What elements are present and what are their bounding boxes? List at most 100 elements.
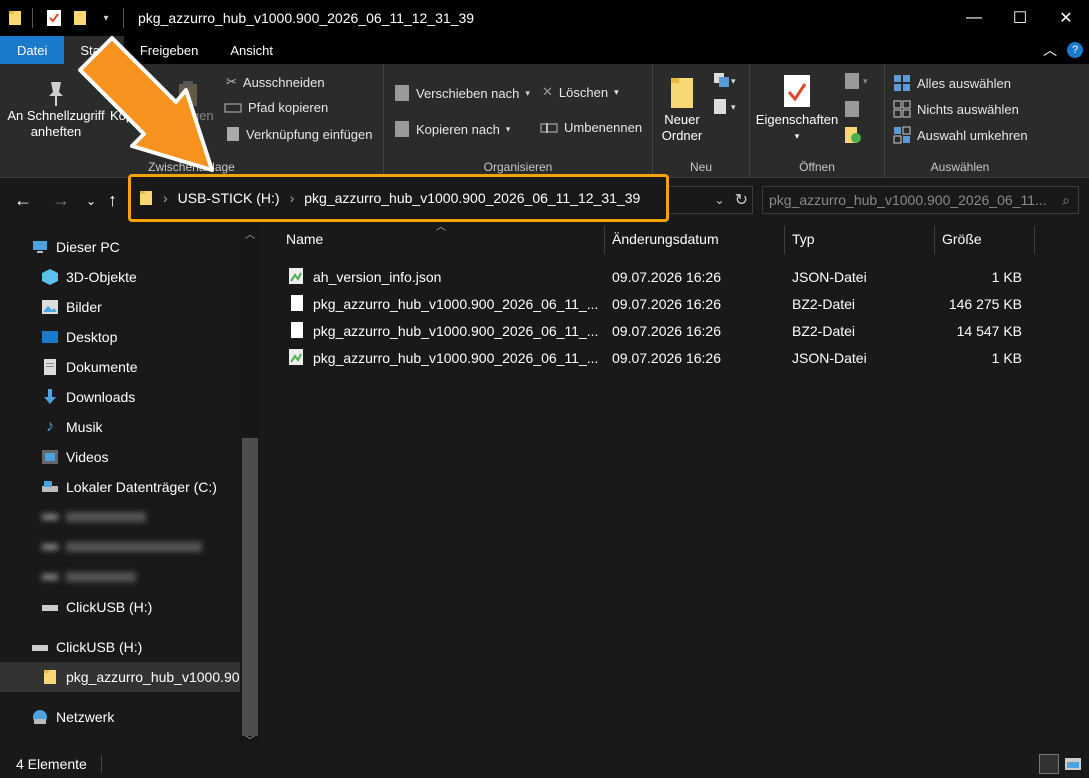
tab-view[interactable]: Ansicht	[214, 36, 289, 64]
breadcrumb-folder[interactable]: pkg_azzurro_hub_v1000.900_2026_06_11_12_…	[304, 190, 640, 206]
up-icon[interactable]: ↑	[108, 190, 117, 211]
new-folder-button[interactable]: Neuer Ordner	[659, 72, 705, 144]
table-row[interactable]: ah_version_info.json 09.07.2026 16:26 JS…	[284, 264, 1044, 290]
json-file-icon	[289, 349, 303, 365]
copy-to-icon	[395, 121, 409, 137]
svg-text:▾: ▾	[863, 76, 868, 86]
sidebar-item-documents[interactable]: Dokumente	[0, 352, 138, 382]
group-label-select: Auswählen	[930, 160, 990, 174]
title-bar: ▾ pkg_azzurro_hub_v1000.900_2026_06_11_1…	[0, 0, 1089, 36]
tab-start[interactable]: Start	[64, 36, 124, 64]
status-separator	[100, 755, 102, 773]
new-item-icon[interactable]: ▾	[713, 72, 739, 93]
chevron-right-icon: ›	[163, 190, 168, 206]
column-header-size[interactable]: Größe	[942, 224, 982, 254]
shortcut-icon	[227, 127, 239, 141]
sidebar-item-hidden-3[interactable]	[0, 562, 136, 592]
new-folder-icon	[671, 78, 693, 108]
open-icon[interactable]: ▾	[844, 72, 872, 93]
rename-button[interactable]: Umbenennen	[540, 120, 642, 135]
address-bar[interactable]: › USB-STICK (H:) › pkg_azzurro_hub_v1000…	[128, 174, 669, 222]
large-icons-view-icon[interactable]	[1063, 754, 1083, 774]
sidebar-item-pkg-folder[interactable]: pkg_azzurro_hub_v1000.90	[0, 662, 240, 692]
column-header-name[interactable]: Name	[286, 224, 323, 254]
sidebar-item-hidden-2[interactable]	[0, 532, 202, 562]
file-icon	[291, 322, 303, 338]
forward-icon[interactable]: →	[52, 190, 70, 211]
move-to-button[interactable]: Verschieben nach ▾	[394, 84, 530, 102]
group-clipboard: An Schnellzugriff anheften Kopieren Einf…	[0, 64, 384, 178]
scissors-icon: ✂	[226, 74, 237, 89]
music-icon: ♪	[46, 418, 54, 435]
group-open: Eigenschaften ▾ ▾ Öffnen	[750, 64, 885, 178]
properties-button[interactable]: Eigenschaften ▾	[756, 72, 838, 144]
separator	[123, 8, 124, 28]
sidebar-item-downloads[interactable]: Downloads	[0, 382, 135, 412]
sidebar-item-hidden-1[interactable]	[0, 502, 146, 532]
select-none-button[interactable]: Nichts auswählen	[893, 100, 1019, 118]
ribbon-tabs: Datei Start Freigeben Ansicht ︿ ?	[0, 36, 1089, 64]
sidebar-item-clickusb-root[interactable]: ClickUSB (H:)	[0, 632, 142, 662]
paste-shortcut-button[interactable]: Verknüpfung einfügen	[226, 126, 373, 142]
details-view-icon[interactable]	[1039, 754, 1059, 774]
sidebar-item-clickusb[interactable]: ClickUSB (H:)	[0, 592, 152, 622]
select-none-icon	[893, 100, 911, 118]
customize-quick-access-icon[interactable]: ▾	[95, 7, 117, 29]
pin-quick-access-button[interactable]: An Schnellzugriff anheften	[6, 78, 106, 140]
breadcrumb-usb[interactable]: USB-STICK (H:)	[178, 190, 280, 206]
drive-icon	[40, 478, 60, 496]
svg-text:▾: ▾	[731, 76, 736, 86]
tab-file[interactable]: Datei	[0, 36, 65, 64]
scroll-up-icon[interactable]: ︿	[245, 226, 255, 241]
collapse-ribbon-icon[interactable]: ︿	[1043, 40, 1057, 60]
network-icon	[30, 708, 50, 726]
copy-to-button[interactable]: Kopieren nach ▾	[394, 120, 510, 138]
recent-locations-icon[interactable]: ⌄	[86, 194, 96, 208]
scrollbar-thumb[interactable]	[242, 438, 258, 736]
ribbon: An Schnellzugriff anheften Kopieren Einf…	[0, 64, 1089, 178]
column-header-date[interactable]: Änderungsdatum	[612, 224, 719, 254]
close-button[interactable]: ✕	[1043, 0, 1089, 36]
help-icon[interactable]: ?	[1067, 42, 1083, 58]
chevron-right-icon: ›	[289, 190, 295, 206]
chevron-down-icon[interactable]: ⌄	[715, 193, 725, 207]
sidebar-item-this-pc[interactable]: Dieser PC	[0, 232, 120, 262]
easy-access-icon[interactable]: ▾	[713, 98, 739, 119]
back-icon[interactable]: ←	[14, 190, 32, 211]
sidebar-item-desktop[interactable]: Desktop	[0, 322, 117, 352]
maximize-button[interactable]: ☐	[997, 0, 1043, 36]
group-label-new: Neu	[689, 160, 712, 174]
minimize-button[interactable]: —	[951, 0, 997, 36]
pin-icon	[49, 82, 63, 106]
table-row[interactable]: pkg_azzurro_hub_v1000.900_2026_06_11_...…	[284, 318, 1044, 344]
sidebar-item-local-disk[interactable]: Lokaler Datenträger (C:)	[0, 472, 217, 502]
usb-drive-icon	[40, 598, 60, 616]
paste-button[interactable]: Einfügen	[160, 78, 216, 124]
pictures-icon	[40, 298, 60, 316]
group-label-open: Öffnen	[799, 160, 835, 174]
separator	[32, 8, 33, 28]
copy-path-button[interactable]: Pfad kopieren	[224, 100, 328, 115]
table-row[interactable]: pkg_azzurro_hub_v1000.900_2026_06_11_...…	[284, 345, 1044, 371]
sidebar-item-3d-objects[interactable]: 3D-Objekte	[0, 262, 137, 292]
invert-selection-button[interactable]: Auswahl umkehren	[893, 126, 1028, 144]
properties-icon	[784, 75, 810, 107]
table-row[interactable]: pkg_azzurro_hub_v1000.900_2026_06_11_...…	[284, 291, 1044, 317]
sidebar-item-videos[interactable]: Videos	[0, 442, 109, 472]
select-all-button[interactable]: Alles auswählen	[893, 74, 1011, 92]
sidebar-item-pictures[interactable]: Bilder	[0, 292, 102, 322]
edit-icon[interactable]	[844, 100, 862, 121]
refresh-icon[interactable]: ↻	[735, 190, 748, 210]
column-header-type[interactable]: Typ	[792, 224, 815, 254]
delete-button[interactable]: ✕ Löschen ▾	[542, 84, 619, 100]
sidebar-item-music[interactable]: ♪ Musik	[0, 412, 103, 442]
tab-share[interactable]: Freigeben	[124, 36, 215, 64]
sidebar-item-network[interactable]: Netzwerk	[0, 702, 114, 732]
search-input[interactable]: pkg_azzurro_hub_v1000.900_2026_06_11... …	[762, 186, 1079, 214]
history-icon[interactable]	[844, 126, 862, 147]
properties-icon[interactable]	[43, 7, 65, 29]
copy-button[interactable]: Kopieren	[108, 78, 158, 124]
new-folder-icon[interactable]	[69, 7, 91, 29]
cut-button[interactable]: ✂ Ausschneiden	[226, 74, 325, 90]
address-controls: ⌄ ↻	[669, 186, 753, 214]
